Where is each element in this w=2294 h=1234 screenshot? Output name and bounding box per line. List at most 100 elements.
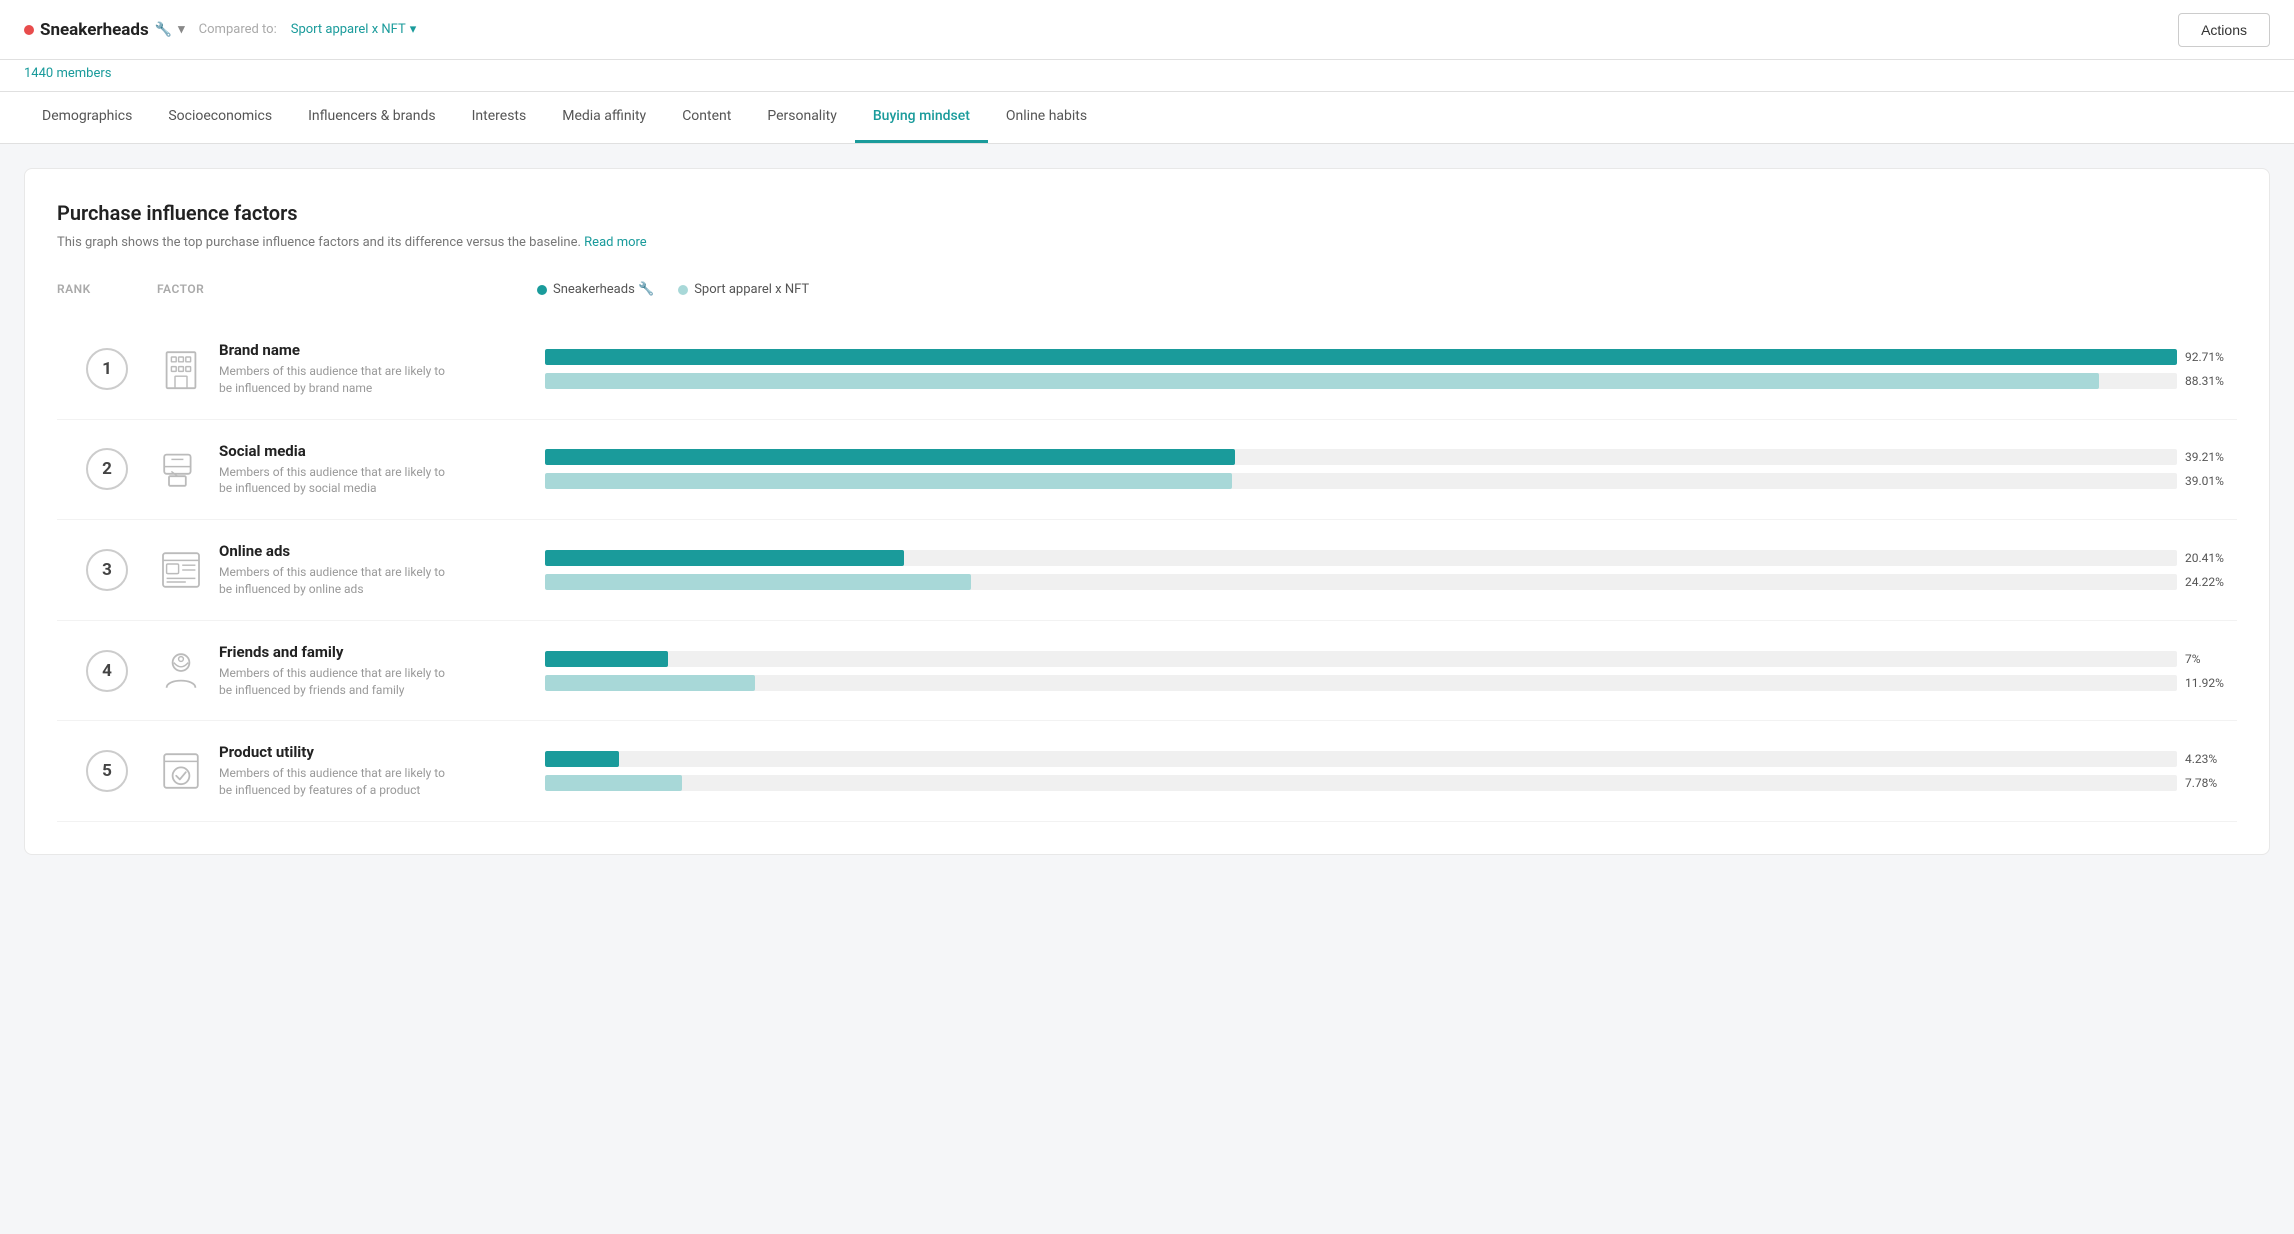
compared-link[interactable]: Sport apparel x NFT ▾ <box>291 22 417 37</box>
rank-column-header: Rank <box>57 282 157 297</box>
audience-dot <box>24 25 34 35</box>
chevron-down-icon[interactable]: ▾ <box>178 22 185 37</box>
table-row: 4 Friends and family Members of this aud… <box>57 621 2237 722</box>
secondary-bar <box>545 473 1232 489</box>
primary-bar-label: 39.21% <box>2185 450 2237 464</box>
tab-content[interactable]: Content <box>664 92 749 143</box>
tab-socioeconomics[interactable]: Socioeconomics <box>150 92 290 143</box>
table-row: 1 Brand name Members of this audience th… <box>57 319 2237 420</box>
primary-bar-label: 92.71% <box>2185 350 2237 364</box>
actions-button[interactable]: Actions <box>2178 13 2270 47</box>
audience-icon: 🔧 <box>155 22 172 38</box>
card-title: Purchase influence factors <box>57 201 2237 225</box>
primary-bar <box>545 449 1235 465</box>
factor-text: Product utility Members of this audience… <box>219 743 459 799</box>
factor-cell: Brand name Members of this audience that… <box>157 341 537 397</box>
secondary-bar-row: 7.78% <box>545 775 2237 791</box>
secondary-bar <box>545 675 755 691</box>
secondary-bar-label: 24.22% <box>2185 575 2237 589</box>
secondary-bar-row: 11.92% <box>545 675 2237 691</box>
factors-list: 1 Brand name Members of this audience th… <box>57 319 2237 822</box>
tab-demographics[interactable]: Demographics <box>24 92 150 143</box>
factor-name: Friends and family <box>219 643 459 661</box>
factor-desc: Members of this audience that are likely… <box>219 363 459 397</box>
legend: Sneakerheads 🔧 Sport apparel x NFT <box>537 282 2237 297</box>
building-icon <box>157 345 205 393</box>
rank-badge: 4 <box>86 650 128 692</box>
rank-badge: 3 <box>86 549 128 591</box>
primary-bar-row: 20.41% <box>545 550 2237 566</box>
rank-cell: 2 <box>57 448 157 490</box>
tab-online-habits[interactable]: Online habits <box>988 92 1105 143</box>
factor-text: Online ads Members of this audience that… <box>219 542 459 598</box>
secondary-bar-label: 88.31% <box>2185 374 2237 388</box>
card-subtitle: This graph shows the top purchase influe… <box>57 235 2237 250</box>
factor-name: Product utility <box>219 743 459 761</box>
rank-badge: 5 <box>86 750 128 792</box>
factor-column-header: Factor <box>157 282 537 297</box>
primary-bar-label: 4.23% <box>2185 752 2237 766</box>
primary-bar <box>545 349 2177 365</box>
secondary-bar-row: 88.31% <box>545 373 2237 389</box>
factor-name: Social media <box>219 442 459 460</box>
legend-primary-dot <box>537 285 547 295</box>
legend-primary: Sneakerheads 🔧 <box>537 282 654 297</box>
primary-bar <box>545 550 904 566</box>
factor-desc: Members of this audience that are likely… <box>219 765 459 799</box>
nav-tabs: DemographicsSocioeconomicsInfluencers & … <box>0 92 2294 144</box>
primary-bar-label: 7% <box>2185 652 2237 666</box>
tab-influencers[interactable]: Influencers & brands <box>290 92 454 143</box>
compared-chevron-icon: ▾ <box>410 22 417 37</box>
legend-secondary: Sport apparel x NFT <box>678 282 809 297</box>
table-row: 5 Product utility Members of this audien… <box>57 721 2237 822</box>
legend-secondary-dot <box>678 285 688 295</box>
factor-desc: Members of this audience that are likely… <box>219 564 459 598</box>
bars-cell: 39.21% 39.01% <box>537 449 2237 489</box>
table-row: 2 Social media Members of this audience … <box>57 420 2237 521</box>
primary-bar-row: 4.23% <box>545 751 2237 767</box>
primary-bar-row: 39.21% <box>545 449 2237 465</box>
friends-icon <box>157 647 205 695</box>
social-icon <box>157 445 205 493</box>
factor-text: Social media Members of this audience th… <box>219 442 459 498</box>
compared-to-label: Compared to: <box>199 22 277 37</box>
read-more-link[interactable]: Read more <box>584 235 647 250</box>
tab-personality[interactable]: Personality <box>749 92 854 143</box>
primary-bar-row: 92.71% <box>545 349 2237 365</box>
factor-cell: Friends and family Members of this audie… <box>157 643 537 699</box>
secondary-bar <box>545 373 2099 389</box>
factor-text: Friends and family Members of this audie… <box>219 643 459 699</box>
rank-cell: 1 <box>57 348 157 390</box>
factor-name: Brand name <box>219 341 459 359</box>
secondary-bar-label: 7.78% <box>2185 776 2237 790</box>
factor-cell: Product utility Members of this audience… <box>157 743 537 799</box>
product-icon <box>157 747 205 795</box>
primary-bar-row: 7% <box>545 651 2237 667</box>
secondary-bar-row: 39.01% <box>545 473 2237 489</box>
bars-cell: 92.71% 88.31% <box>537 349 2237 389</box>
secondary-bar-label: 11.92% <box>2185 676 2237 690</box>
primary-bar <box>545 751 619 767</box>
rank-badge: 2 <box>86 448 128 490</box>
rank-cell: 5 <box>57 750 157 792</box>
factor-desc: Members of this audience that are likely… <box>219 665 459 699</box>
secondary-bar-label: 39.01% <box>2185 474 2237 488</box>
bars-cell: 7% 11.92% <box>537 651 2237 691</box>
primary-bar-label: 20.41% <box>2185 551 2237 565</box>
tab-buying-mindset[interactable]: Buying mindset <box>855 92 988 143</box>
table-row: 3 Online ads Members of this audience th… <box>57 520 2237 621</box>
secondary-bar <box>545 775 682 791</box>
members-count: 1440 members <box>0 60 2294 92</box>
factor-name: Online ads <box>219 542 459 560</box>
factor-cell: Online ads Members of this audience that… <box>157 542 537 598</box>
tab-media-affinity[interactable]: Media affinity <box>544 92 664 143</box>
tab-interests[interactable]: Interests <box>454 92 545 143</box>
secondary-bar <box>545 574 971 590</box>
ads-icon <box>157 546 205 594</box>
bars-cell: 4.23% 7.78% <box>537 751 2237 791</box>
primary-bar <box>545 651 668 667</box>
secondary-bar-row: 24.22% <box>545 574 2237 590</box>
factor-desc: Members of this audience that are likely… <box>219 464 459 498</box>
rank-cell: 3 <box>57 549 157 591</box>
rank-cell: 4 <box>57 650 157 692</box>
